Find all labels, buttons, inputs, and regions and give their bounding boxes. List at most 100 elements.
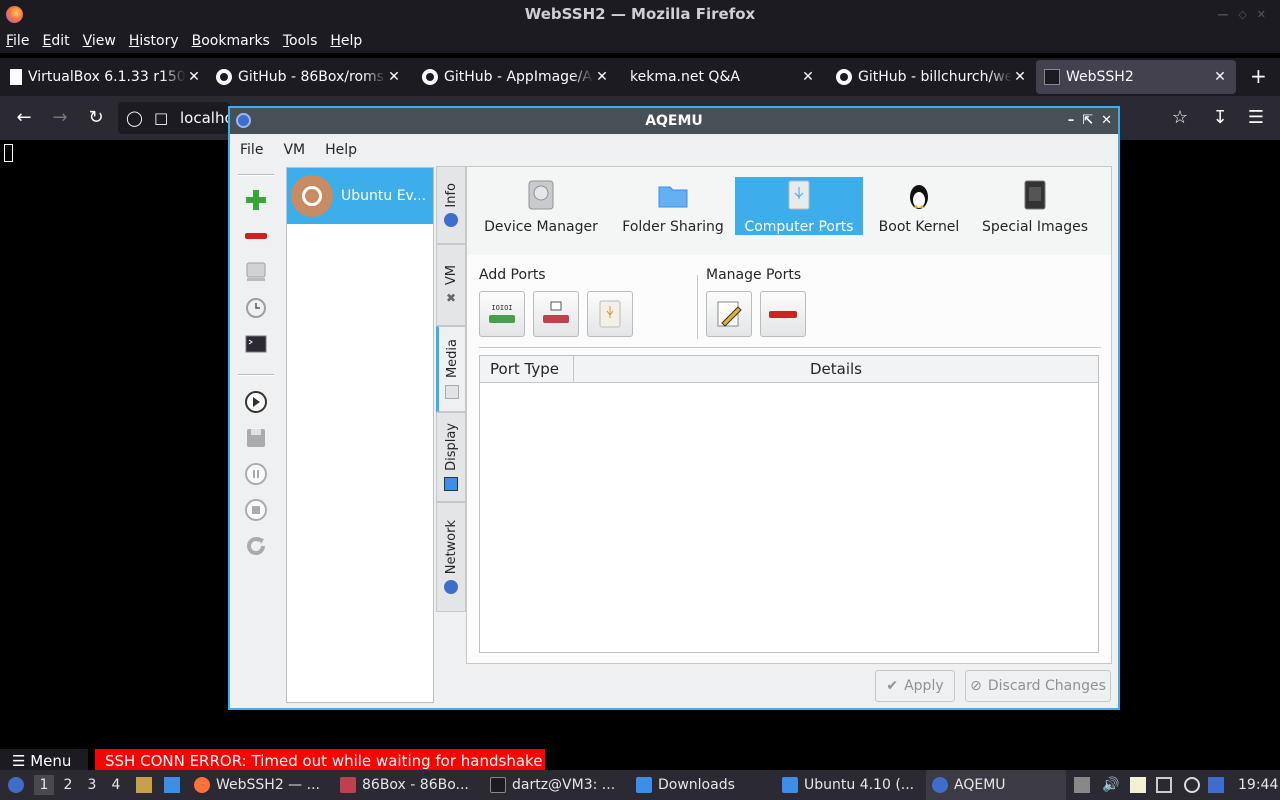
window-title: WebSSH2 — Mozilla Firefox bbox=[524, 5, 756, 23]
add-vm-button[interactable] bbox=[242, 186, 270, 214]
tab-computer-ports[interactable]: Computer Ports bbox=[735, 177, 863, 235]
workspace-4[interactable]: 4 bbox=[106, 775, 126, 795]
tab-close-icon[interactable]: ✕ bbox=[1012, 69, 1028, 85]
volume-icon[interactable]: 🔊 bbox=[1102, 777, 1119, 793]
menu-edit[interactable]: Edit bbox=[42, 33, 69, 49]
file-manager-launcher-icon[interactable] bbox=[136, 777, 152, 793]
remove-vm-button[interactable] bbox=[242, 222, 270, 250]
menu-tools[interactable]: Tools bbox=[283, 33, 318, 49]
play-icon bbox=[245, 391, 267, 413]
add-serial-port-button[interactable]: IOIOI bbox=[479, 291, 525, 337]
tab-display[interactable]: Display bbox=[436, 412, 466, 502]
close-icon[interactable]: ✕ bbox=[1257, 0, 1266, 29]
forward-icon[interactable]: → bbox=[48, 106, 72, 130]
menu-view[interactable]: View bbox=[83, 33, 116, 49]
minus-icon bbox=[245, 233, 267, 239]
column-details[interactable]: Details bbox=[574, 356, 1098, 382]
close-icon[interactable]: ✕ bbox=[1101, 108, 1112, 134]
tray-arrow-icon[interactable] bbox=[1074, 777, 1090, 793]
downloads-icon[interactable]: ↧ bbox=[1208, 106, 1232, 130]
pause-icon bbox=[245, 463, 267, 485]
apply-button[interactable]: ✔ Apply bbox=[875, 670, 955, 702]
maximize-icon[interactable]: ⇱ bbox=[1082, 108, 1093, 134]
taskbar-item-terminal[interactable]: dartz@VM3: ... bbox=[490, 770, 626, 800]
tab-folder-sharing[interactable]: Folder Sharing bbox=[611, 177, 735, 235]
tab-info[interactable]: Info bbox=[436, 166, 466, 244]
reload-icon[interactable]: ↻ bbox=[84, 106, 108, 130]
tab-boot-kernel[interactable]: Boot Kernel bbox=[869, 177, 969, 235]
save-vm-button[interactable] bbox=[242, 424, 270, 452]
tab-device-manager[interactable]: Device Manager bbox=[479, 177, 603, 235]
aqemu-menu-help[interactable]: Help bbox=[325, 142, 357, 158]
github-icon bbox=[836, 69, 852, 85]
hamburger-menu-icon[interactable]: ☰ bbox=[1244, 106, 1268, 130]
usb-drive-icon bbox=[788, 180, 810, 210]
group-separator bbox=[697, 275, 698, 339]
aqemu-menu-vm[interactable]: VM bbox=[283, 142, 305, 158]
vm-list-item[interactable]: Ubuntu Ev... bbox=[287, 168, 433, 224]
terminal-icon bbox=[1044, 69, 1060, 85]
reset-vm-button[interactable] bbox=[242, 532, 270, 560]
notes-icon[interactable] bbox=[1130, 777, 1146, 793]
menu-help[interactable]: Help bbox=[330, 33, 362, 49]
add-parallel-port-button[interactable] bbox=[533, 291, 579, 337]
firefox-icon bbox=[194, 777, 210, 793]
tab-close-icon[interactable]: ✕ bbox=[1212, 69, 1228, 85]
tab-close-icon[interactable]: ✕ bbox=[386, 69, 402, 85]
stop-vm-button[interactable] bbox=[242, 496, 270, 524]
back-icon[interactable]: ← bbox=[12, 106, 36, 130]
taskbar-item-aqemu[interactable]: AQEMU bbox=[926, 770, 1066, 800]
toolbar-separator bbox=[238, 374, 274, 376]
taskbar-item-downloads[interactable]: Downloads bbox=[636, 770, 772, 800]
tab-close-icon[interactable]: ✕ bbox=[800, 69, 816, 85]
minimize-icon[interactable]: – bbox=[1068, 108, 1075, 134]
clock[interactable]: 19:44 bbox=[1238, 770, 1278, 800]
tab-close-icon[interactable]: ✕ bbox=[186, 69, 202, 85]
menu-bookmarks[interactable]: Bookmarks bbox=[192, 33, 270, 49]
firefox-title-bar: WebSSH2 — Mozilla Firefox — ◇ ✕ bbox=[0, 0, 1280, 29]
vm-history-button[interactable] bbox=[242, 294, 270, 322]
aqemu-menu-file[interactable]: File bbox=[240, 142, 263, 158]
workspace-3[interactable]: 3 bbox=[82, 775, 102, 795]
taskbar-item-ubuntu-folder[interactable]: Ubuntu 4.10 (... bbox=[782, 770, 918, 800]
tab-special-images[interactable]: Special Images bbox=[975, 177, 1095, 235]
bookmark-star-icon[interactable]: ☆ bbox=[1168, 106, 1192, 130]
vm-settings-button[interactable] bbox=[242, 258, 270, 286]
tab-close-icon[interactable]: ✕ bbox=[594, 69, 610, 85]
column-port-type[interactable]: Port Type bbox=[480, 356, 574, 382]
discard-changes-button[interactable]: ⊘ Discard Changes bbox=[965, 670, 1111, 702]
tab-strip: VirtualBox 6.1.33 r150 ✕ GitHub - 86Box/… bbox=[0, 58, 1280, 96]
pause-vm-button[interactable] bbox=[242, 460, 270, 488]
system-menu-icon[interactable] bbox=[8, 777, 24, 793]
tab-network[interactable]: Network bbox=[436, 502, 466, 612]
printer-icon bbox=[543, 301, 569, 323]
start-vm-button[interactable] bbox=[242, 388, 270, 416]
maximize-icon[interactable]: ◇ bbox=[1238, 0, 1246, 29]
taskbar-item-webssh2[interactable]: WebSSH2 — ... bbox=[194, 770, 324, 800]
vm-console-button[interactable] bbox=[242, 330, 270, 358]
taskbar-item-86box[interactable]: 86Box - 86Bo... bbox=[340, 770, 476, 800]
shield-icon[interactable] bbox=[1208, 777, 1224, 793]
add-usb-port-button[interactable] bbox=[587, 291, 633, 337]
tab-github-appimage[interactable]: GitHub - AppImage/AppI ✕ bbox=[422, 60, 610, 94]
edit-port-button[interactable] bbox=[706, 291, 752, 337]
workspace-1[interactable]: 1 bbox=[34, 775, 54, 795]
tab-vm[interactable]: VM ✖ bbox=[436, 244, 466, 326]
network-icon[interactable] bbox=[1156, 777, 1172, 793]
tab-github-86box[interactable]: GitHub - 86Box/roms: R ✕ bbox=[216, 60, 402, 94]
remove-port-button[interactable] bbox=[760, 291, 806, 337]
tab-virtualbox[interactable]: VirtualBox 6.1.33 r150 ✕ bbox=[10, 60, 202, 94]
new-tab-icon[interactable]: + bbox=[1250, 64, 1267, 88]
minimize-icon[interactable]: — bbox=[1217, 0, 1228, 29]
tab-kekma[interactable]: kekma.net Q&A ✕ bbox=[630, 60, 816, 94]
show-desktop-icon[interactable] bbox=[164, 777, 180, 793]
tab-webssh2[interactable]: WebSSH2 ✕ bbox=[1036, 60, 1236, 94]
workspace-2[interactable]: 2 bbox=[58, 775, 78, 795]
url-bar[interactable]: ◯ □ localho bbox=[118, 102, 230, 134]
aqemu-menu-bar: File VM Help bbox=[230, 134, 1118, 166]
tab-media[interactable]: Media bbox=[436, 326, 466, 412]
tab-github-webssh[interactable]: GitHub - billchurch/web ✕ bbox=[836, 60, 1028, 94]
menu-history[interactable]: History bbox=[129, 33, 179, 49]
menu-file[interactable]: File bbox=[6, 33, 29, 49]
update-icon[interactable] bbox=[1184, 777, 1200, 793]
